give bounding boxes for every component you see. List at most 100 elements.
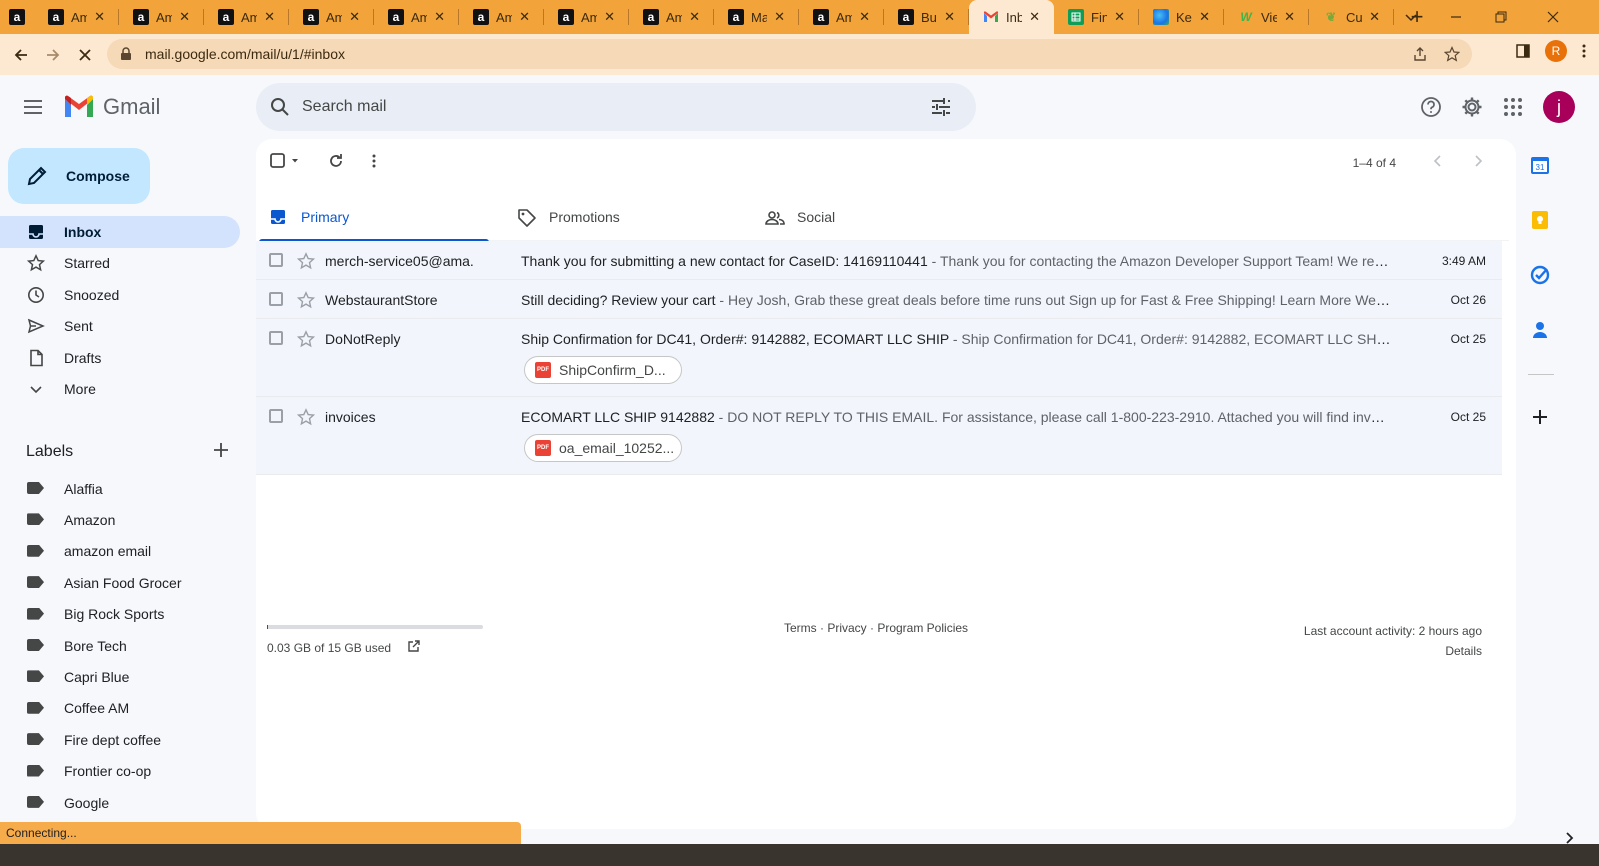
chevron-left-icon[interactable] (1430, 153, 1446, 169)
browser-tab[interactable]: a Am ✕ (119, 0, 204, 34)
nav-item-more[interactable]: More (0, 374, 240, 406)
close-tab-icon[interactable]: ✕ (944, 9, 955, 25)
close-tab-icon[interactable]: ✕ (1199, 9, 1210, 25)
browser-tab[interactable]: a Am ✕ (459, 0, 544, 34)
bookmark-star-icon[interactable] (1444, 46, 1460, 62)
browser-tab[interactable]: W Vie ✕ (1224, 0, 1309, 34)
nav-item-sent[interactable]: Sent (0, 311, 240, 343)
row-checkbox[interactable] (269, 409, 283, 423)
browser-tab[interactable]: a Am ✕ (799, 0, 884, 34)
row-checkbox[interactable] (269, 253, 283, 267)
close-tab-icon[interactable]: ✕ (519, 9, 530, 25)
apps-grid-icon[interactable] (1502, 96, 1524, 118)
tab-primary[interactable]: Primary (259, 193, 507, 242)
nav-item-starred[interactable]: Starred (0, 248, 240, 280)
label-item[interactable]: Amazon (0, 504, 240, 535)
star-icon[interactable] (297, 330, 315, 348)
contacts-icon[interactable] (1530, 320, 1550, 340)
tab-promotions[interactable]: Promotions (507, 193, 755, 241)
nav-item-snoozed[interactable]: Snoozed (0, 279, 240, 311)
nav-item-drafts[interactable]: Drafts (0, 342, 240, 374)
star-icon[interactable] (297, 252, 315, 270)
close-tab-icon[interactable]: ✕ (774, 9, 785, 25)
row-checkbox[interactable] (269, 331, 283, 345)
chevron-right-icon[interactable] (1470, 153, 1486, 169)
close-tab-icon[interactable]: ✕ (604, 9, 615, 25)
browser-tab[interactable]: Keh ✕ (1139, 0, 1224, 34)
close-tab-icon[interactable]: ✕ (434, 9, 445, 25)
attachment-chip[interactable]: PDF oa_email_10252... (524, 434, 682, 462)
label-item[interactable]: Bore Tech (0, 630, 240, 661)
gmail-logo[interactable]: Gmail (63, 94, 160, 120)
tab-list-chevron-icon[interactable] (1388, 0, 1433, 34)
forward-button[interactable] (38, 40, 68, 70)
email-row[interactable]: DoNotReply Ship Confirmation for DC41, Or… (256, 319, 1502, 397)
search-input[interactable] (302, 98, 902, 116)
get-addons-plus-icon[interactable] (1530, 407, 1550, 427)
tab-social[interactable]: Social (755, 193, 1003, 241)
tab-search-button[interactable]: a (0, 0, 34, 34)
browser-menu-icon[interactable] (1581, 43, 1587, 59)
restore-button[interactable] (1478, 0, 1523, 34)
label-item[interactable]: Asian Food Grocer (0, 567, 240, 598)
share-icon[interactable] (1412, 46, 1428, 62)
email-row[interactable]: invoices ECOMART LLC SHIP 9142882 - DO NO… (256, 397, 1502, 475)
close-tab-icon[interactable]: ✕ (1369, 9, 1380, 25)
label-item[interactable]: Coffee AM (0, 693, 240, 724)
email-row[interactable]: WebstaurantStore Still deciding? Review y… (256, 280, 1502, 319)
search-options-icon[interactable] (930, 96, 952, 118)
row-checkbox[interactable] (269, 292, 283, 306)
account-avatar[interactable]: j (1543, 91, 1575, 123)
close-tab-icon[interactable]: ✕ (1029, 9, 1040, 25)
close-tab-icon[interactable]: ✕ (349, 9, 360, 25)
browser-tab[interactable]: a Am ✕ (34, 0, 119, 34)
calendar-icon[interactable]: 31 (1530, 155, 1550, 175)
browser-tab[interactable]: Inb ✕ (969, 0, 1054, 34)
close-tab-icon[interactable]: ✕ (179, 9, 190, 25)
label-item[interactable]: Google (0, 787, 240, 818)
help-icon[interactable] (1420, 96, 1442, 118)
label-item[interactable]: Capri Blue (0, 661, 240, 692)
close-window-button[interactable] (1530, 0, 1575, 34)
more-actions-icon[interactable] (371, 153, 377, 169)
select-all-checkbox[interactable] (270, 153, 300, 169)
browser-tab[interactable]: a Am ✕ (374, 0, 459, 34)
main-menu-icon[interactable] (21, 95, 45, 119)
close-tab-icon[interactable]: ✕ (689, 9, 700, 25)
browser-tab[interactable]: a Am ✕ (204, 0, 289, 34)
settings-gear-icon[interactable] (1461, 96, 1483, 118)
open-external-icon[interactable] (407, 639, 421, 653)
label-item[interactable]: Big Rock Sports (0, 599, 240, 630)
star-icon[interactable] (297, 408, 315, 426)
attachment-chip[interactable]: PDF ShipConfirm_D... (524, 356, 682, 384)
tasks-icon[interactable] (1530, 265, 1550, 285)
label-item[interactable]: Frontier co-op (0, 756, 240, 787)
browser-tab[interactable]: ❦ Cus ✕ (1309, 0, 1394, 34)
close-tab-icon[interactable]: ✕ (264, 9, 275, 25)
star-icon[interactable] (297, 291, 315, 309)
address-bar[interactable]: mail.google.com/mail/u/1/#inbox (107, 39, 1472, 69)
browser-profile-avatar[interactable]: R (1545, 40, 1567, 62)
keep-icon[interactable] (1530, 210, 1550, 230)
browser-tab[interactable]: a Am ✕ (629, 0, 714, 34)
nav-item-inbox[interactable]: Inbox (0, 216, 240, 248)
create-label-plus-icon[interactable] (212, 441, 230, 459)
browser-tab[interactable]: a Ma ✕ (714, 0, 799, 34)
compose-button[interactable]: Compose (8, 148, 150, 204)
label-item[interactable]: amazon email (0, 536, 240, 567)
email-row[interactable]: merch-service05@ama. Thank you for submit… (256, 241, 1502, 280)
stop-loading-button[interactable] (70, 40, 100, 70)
close-tab-icon[interactable]: ✕ (1284, 9, 1295, 25)
browser-tab[interactable]: Fin ✕ (1054, 0, 1139, 34)
details-link[interactable]: Details (1304, 641, 1482, 661)
refresh-icon[interactable] (328, 153, 344, 169)
label-item[interactable]: Fire dept coffee (0, 724, 240, 755)
footer-links[interactable]: Terms · Privacy · Program Policies (784, 621, 968, 635)
side-panel-icon[interactable] (1515, 43, 1531, 59)
minimize-button[interactable] (1433, 0, 1478, 34)
back-button[interactable] (6, 40, 36, 70)
close-tab-icon[interactable]: ✕ (94, 9, 105, 25)
browser-tab[interactable]: a Am ✕ (544, 0, 629, 34)
browser-tab[interactable]: a Bus ✕ (884, 0, 969, 34)
search-icon[interactable] (268, 95, 292, 119)
